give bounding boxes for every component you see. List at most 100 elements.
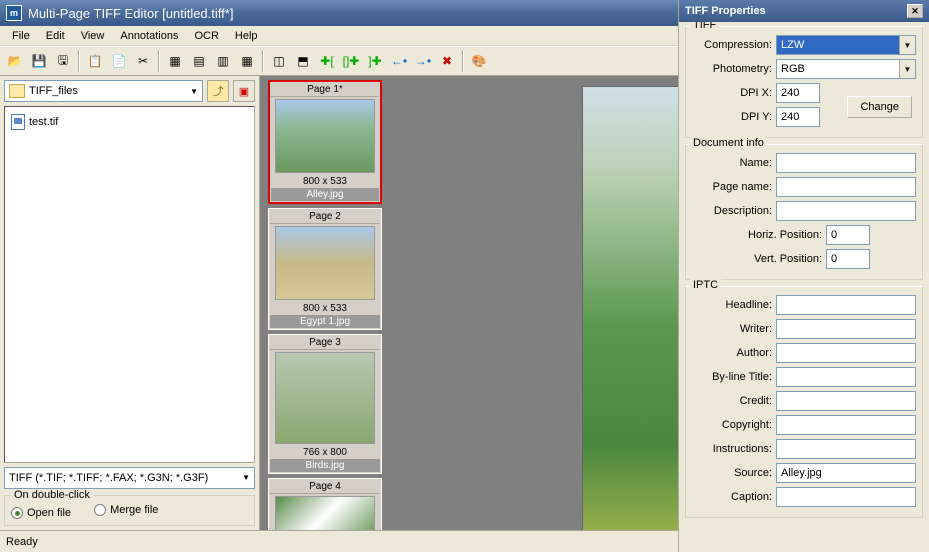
instructions-input[interactable] [776, 439, 916, 459]
delete-icon[interactable]: ✖ [436, 50, 458, 72]
radio-dot-icon [94, 504, 106, 516]
effects-icon[interactable]: 🎨 [468, 50, 490, 72]
properties-title: TIFF Properties [685, 5, 766, 17]
thumbnail-page-1[interactable]: Page 1* 800 x 533 Alley.jpg [268, 80, 382, 204]
headline-input[interactable] [776, 295, 916, 315]
horiz-input[interactable]: 0 [826, 225, 870, 245]
tiff-legend: TIFF [690, 22, 719, 31]
export-icon[interactable]: 🖫 [52, 50, 74, 72]
add-icon[interactable]: ✚[ [316, 50, 338, 72]
menu-view[interactable]: View [73, 28, 113, 44]
close-button[interactable]: ✕ [907, 4, 923, 18]
thumb-filename: Alley.jpg [271, 188, 379, 201]
chevron-down-icon: ▼ [190, 87, 198, 96]
file-item[interactable]: test.tif [11, 113, 248, 131]
thumb-title: Page 1* [271, 83, 379, 97]
author-input[interactable] [776, 343, 916, 363]
dblclick-legend: On double-click [11, 489, 93, 501]
insert-icon[interactable]: []✚ [340, 50, 362, 72]
app-title: Multi-Page TIFF Editor [untitled.tiff*] [28, 6, 233, 21]
pagename-label: Page name: [692, 181, 772, 193]
app-icon: m [6, 5, 22, 21]
vert-input[interactable]: 0 [826, 249, 870, 269]
type-filter-combo[interactable]: TIFF (*.TIF; *.TIFF; *.FAX; *.G3N; *.G3F… [4, 467, 255, 489]
compression-label: Compression: [692, 39, 772, 51]
docinfo-fieldset: Document info Name: Page name: Descripti… [685, 144, 923, 280]
horiz-label: Horiz. Position: [692, 229, 822, 241]
grid2-icon[interactable]: ▥ [212, 50, 234, 72]
dpiy-input[interactable]: 240 [776, 107, 820, 127]
writer-input[interactable] [776, 319, 916, 339]
menu-file[interactable]: File [4, 28, 38, 44]
photometry-select[interactable]: RGB ▼ [776, 59, 916, 79]
thumb-dims: 766 x 800 [270, 446, 380, 459]
menu-edit[interactable]: Edit [38, 28, 73, 44]
folder-x-button[interactable]: ▣ [233, 80, 255, 102]
pagename-input[interactable] [776, 177, 916, 197]
thumbnail-page-2[interactable]: Page 2 800 x 533 Egypt 1.jpg [268, 208, 382, 330]
cut-icon[interactable]: ✂ [132, 50, 154, 72]
thumbnail-strip[interactable]: Page 1* 800 x 533 Alley.jpg Page 2 800 x… [260, 76, 390, 530]
menu-help[interactable]: Help [227, 28, 266, 44]
name-label: Name: [692, 157, 772, 169]
thumb-title: Page 4 [270, 480, 380, 494]
append-icon[interactable]: ]✚ [364, 50, 386, 72]
multiview-icon[interactable]: ▦ [164, 50, 186, 72]
type-filter-value: TIFF (*.TIF; *.TIFF; *.FAX; *.G3N; *.G3F… [9, 472, 208, 484]
caption-input[interactable] [776, 487, 916, 507]
grid1-icon[interactable]: ▤ [188, 50, 210, 72]
splitv-icon[interactable]: ◫ [268, 50, 290, 72]
source-input[interactable]: Alley.jpg [776, 463, 916, 483]
thumb-image [275, 352, 375, 444]
byline-label: By-line Title: [692, 371, 772, 383]
tiff-fieldset: TIFF Compression: LZW ▼ Photometry: RGB … [685, 26, 923, 138]
description-input[interactable] [776, 201, 916, 221]
thumb-title: Page 3 [270, 336, 380, 350]
headline-label: Headline: [692, 299, 772, 311]
byline-input[interactable] [776, 367, 916, 387]
properties-body: TIFF Compression: LZW ▼ Photometry: RGB … [679, 22, 929, 552]
save-icon[interactable]: 💾 [28, 50, 50, 72]
grid3-icon[interactable]: ▦ [236, 50, 258, 72]
thumbnail-page-3[interactable]: Page 3 766 x 800 Birds.jpg [268, 334, 382, 474]
moveleft-icon[interactable]: ←• [388, 50, 410, 72]
file-list[interactable]: test.tif [4, 106, 255, 463]
change-button[interactable]: Change [847, 96, 912, 118]
compression-select[interactable]: LZW ▼ [776, 35, 916, 55]
folder-up-button[interactable]: ⤴ [207, 80, 229, 102]
file-icon [11, 114, 25, 130]
radio-open-label: Open file [27, 507, 71, 519]
folder-combo[interactable]: TIFF_files ▼ [4, 80, 203, 102]
properties-title-bar: TIFF Properties ✕ [679, 0, 929, 22]
file-name: test.tif [29, 116, 58, 128]
credit-input[interactable] [776, 391, 916, 411]
radio-open-file[interactable]: Open file [11, 507, 71, 519]
author-label: Author: [692, 347, 772, 359]
folder-bar: TIFF_files ▼ ⤴ ▣ [2, 78, 257, 104]
paste-icon[interactable]: 📄 [108, 50, 130, 72]
dblclick-group: On double-click Open file Merge file [4, 495, 255, 527]
menu-annotations[interactable]: Annotations [112, 28, 186, 44]
copyright-input[interactable] [776, 415, 916, 435]
iptc-legend: IPTC [690, 279, 721, 291]
splith-icon[interactable]: ⬒ [292, 50, 314, 72]
radio-merge-file[interactable]: Merge file [94, 504, 158, 516]
thumb-dims: 800 x 533 [270, 302, 380, 315]
menu-ocr[interactable]: OCR [186, 28, 226, 44]
file-browser-panel: TIFF_files ▼ ⤴ ▣ test.tif TIFF (*.TIF; *… [0, 76, 260, 530]
open-icon[interactable]: 📂 [4, 50, 26, 72]
thumb-filename: Birds.jpg [270, 459, 380, 472]
moveright-icon[interactable]: →• [412, 50, 434, 72]
thumbnail-page-4[interactable]: Page 4 [268, 478, 382, 530]
chevron-down-icon: ▼ [242, 473, 250, 482]
folder-icon [9, 84, 25, 98]
compression-value: LZW [781, 39, 804, 51]
caption-label: Caption: [692, 491, 772, 503]
name-input[interactable] [776, 153, 916, 173]
photometry-value: RGB [781, 63, 805, 75]
dpix-label: DPI X: [692, 87, 772, 99]
credit-label: Credit: [692, 395, 772, 407]
chevron-down-icon: ▼ [899, 60, 915, 78]
copy-icon[interactable]: 📋 [84, 50, 106, 72]
dpix-input[interactable]: 240 [776, 83, 820, 103]
